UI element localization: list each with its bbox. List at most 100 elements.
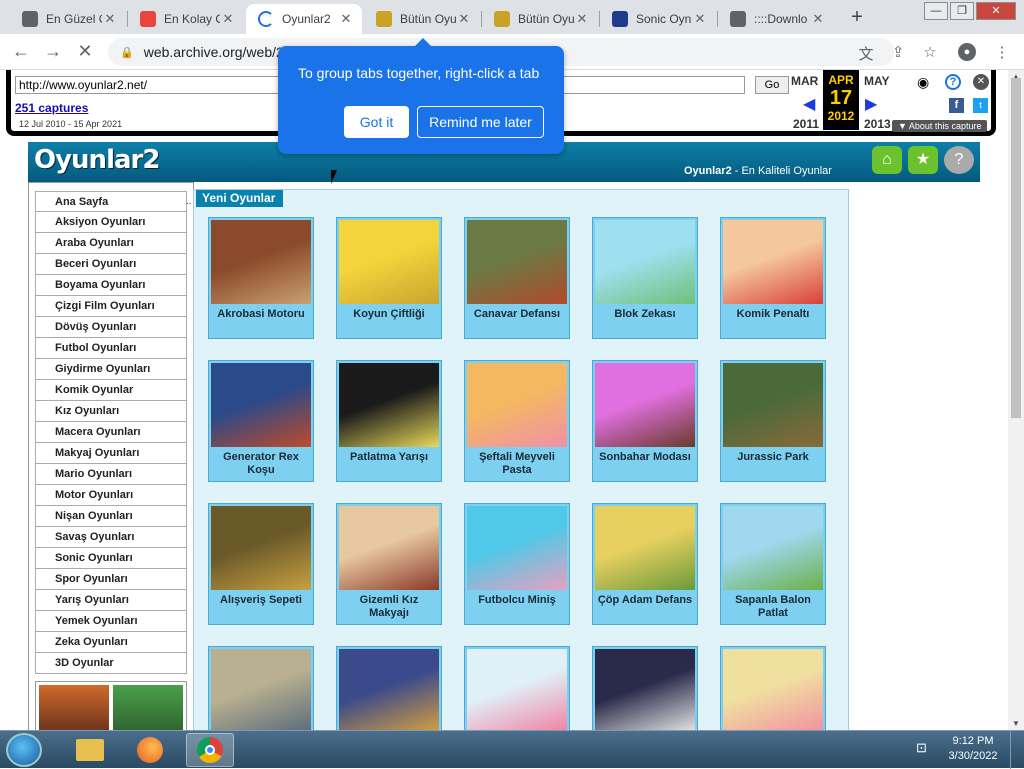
prev-month[interactable]: MAR [791, 74, 818, 88]
game-thumbnail[interactable] [595, 506, 695, 590]
scroll-down-icon[interactable]: ▼ [1012, 719, 1020, 728]
game-title[interactable]: Gizemli Kız Makyajı [339, 594, 439, 620]
game-card[interactable]: Blok Zekası [592, 217, 698, 339]
forward-icon[interactable]: → [42, 41, 64, 62]
tab-1[interactable]: En Güzel O ✕ [10, 4, 126, 34]
game-card[interactable]: Sonbahar Modası [592, 360, 698, 482]
game-thumbnail[interactable] [595, 220, 695, 304]
start-button[interactable] [6, 733, 42, 767]
game-title[interactable]: Çöp Adam Defans [595, 594, 695, 607]
menu-item[interactable]: 3D Oyunlar [35, 653, 187, 674]
game-title[interactable]: Koyun Çiftliği [339, 308, 439, 321]
help-question-icon[interactable]: ? [944, 146, 974, 174]
home-icon[interactable]: ⌂ [872, 146, 902, 174]
game-title[interactable]: Generator Rex Koşu [211, 451, 311, 477]
game-card[interactable]: Jurassic Park [720, 360, 826, 482]
game-title[interactable]: Komik Penaltı [723, 308, 823, 321]
next-month[interactable]: MAY [864, 74, 890, 88]
firefox-icon[interactable] [126, 733, 174, 767]
star-icon[interactable]: ★ [908, 146, 938, 174]
menu-kebab-icon[interactable]: ⋮ [992, 43, 1012, 61]
menu-item[interactable]: Sonic Oyunları [35, 548, 187, 569]
close-tab-icon[interactable]: ✕ [810, 11, 826, 27]
close-tab-icon[interactable]: ✕ [220, 11, 236, 27]
game-title[interactable]: Patlatma Yarışı [339, 451, 439, 464]
twitter-icon[interactable]: t [973, 98, 988, 113]
menu-item[interactable]: Araba Oyunları [35, 233, 187, 254]
game-thumbnail[interactable] [339, 506, 439, 590]
profile-icon[interactable]: ● [958, 43, 976, 61]
tab-3[interactable]: Oyunlar2 ✕ [246, 4, 362, 34]
about-capture-button[interactable]: ▼ About this capture [892, 120, 988, 132]
game-title[interactable]: Futbolcu Miniş [467, 594, 567, 607]
menu-item[interactable]: Dövüş Oyunları [35, 317, 187, 338]
game-card[interactable] [208, 646, 314, 730]
game-thumbnail[interactable] [595, 363, 695, 447]
game-thumbnail[interactable] [467, 220, 567, 304]
game-card[interactable]: Futbolcu Miniş [464, 503, 570, 625]
game-thumbnail[interactable] [467, 649, 567, 730]
prev-capture-arrow-icon[interactable]: ◀ [803, 94, 815, 114]
clock[interactable]: 9:12 PM 3/30/2022 [942, 734, 1004, 764]
menu-item[interactable]: Kız Oyunları [35, 401, 187, 422]
game-title[interactable]: Sonbahar Modası [595, 451, 695, 464]
game-card[interactable]: Akrobasi Motoru [208, 217, 314, 339]
game-thumbnail[interactable] [723, 649, 823, 730]
close-tab-icon[interactable]: ✕ [574, 11, 590, 27]
menu-item[interactable]: Yemek Oyunları [35, 611, 187, 632]
sidebar-thumb-2[interactable] [113, 685, 183, 730]
game-title[interactable]: Şeftali Meyveli Pasta [467, 451, 567, 477]
scrollbar-thumb[interactable] [1011, 78, 1021, 418]
tab-7[interactable]: ::::Downlo ✕ [718, 4, 834, 34]
game-card[interactable] [720, 646, 826, 730]
game-title[interactable]: Canavar Defansı [467, 308, 567, 321]
wayback-go-button[interactable]: Go [755, 76, 789, 94]
game-thumbnail[interactable] [211, 363, 311, 447]
close-tab-icon[interactable]: ✕ [692, 11, 708, 27]
minimize-button[interactable]: — [924, 2, 948, 20]
translate-icon[interactable]: 文 [856, 43, 876, 64]
game-thumbnail[interactable] [467, 363, 567, 447]
captures-link[interactable]: 251 captures [15, 101, 88, 115]
menu-item[interactable]: Aksiyon Oyunları [35, 212, 187, 233]
menu-item[interactable]: Ana Sayfa [35, 191, 187, 212]
game-title[interactable]: Akrobasi Motoru [211, 308, 311, 321]
facebook-icon[interactable]: f [949, 98, 964, 113]
tab-6[interactable]: Sonic Oyn ✕ [600, 4, 716, 34]
close-tab-icon[interactable]: ✕ [338, 11, 354, 27]
next-capture-arrow-icon[interactable]: ▶ [865, 94, 877, 114]
network-icon[interactable]: ⊡ [916, 740, 927, 756]
game-title[interactable]: Sapanla Balon Patlat [723, 594, 823, 620]
account-icon[interactable]: ◉ [917, 74, 929, 91]
menu-item[interactable]: Komik Oyunlar [35, 380, 187, 401]
game-thumbnail[interactable] [723, 363, 823, 447]
game-card[interactable]: Patlatma Yarışı [336, 360, 442, 482]
game-card[interactable]: Komik Penaltı [720, 217, 826, 339]
game-card[interactable]: Şeftali Meyveli Pasta [464, 360, 570, 482]
game-card[interactable]: Koyun Çiftliği [336, 217, 442, 339]
close-window-button[interactable]: ✕ [976, 2, 1016, 20]
game-thumbnail[interactable] [211, 649, 311, 730]
menu-item[interactable]: Macera Oyunları [35, 422, 187, 443]
game-title[interactable]: Jurassic Park [723, 451, 823, 464]
menu-item[interactable]: Beceri Oyunları [35, 254, 187, 275]
menu-item[interactable]: Makyaj Oyunları [35, 443, 187, 464]
game-card[interactable]: Sapanla Balon Patlat [720, 503, 826, 625]
game-card[interactable]: Gizemli Kız Makyajı [336, 503, 442, 625]
close-tab-icon[interactable]: ✕ [456, 11, 472, 27]
menu-item[interactable]: Giydirme Oyunları [35, 359, 187, 380]
explorer-icon[interactable] [66, 733, 114, 767]
show-desktop-button[interactable] [1010, 731, 1024, 769]
stop-icon[interactable]: ✕ [74, 41, 96, 62]
game-thumbnail[interactable] [339, 649, 439, 730]
game-card[interactable] [336, 646, 442, 730]
site-logo[interactable]: Oyunlar2 [34, 145, 160, 175]
got-it-button[interactable]: Got it [344, 106, 409, 138]
game-title[interactable]: Alışveriş Sepeti [211, 594, 311, 607]
tab-4[interactable]: Bütün Oyu ✕ [364, 4, 480, 34]
share-icon[interactable]: ⇪ [888, 43, 908, 61]
tab-5[interactable]: Bütün Oyu ✕ [482, 4, 598, 34]
menu-item[interactable]: Motor Oyunları [35, 485, 187, 506]
game-thumbnail[interactable] [211, 220, 311, 304]
menu-item[interactable]: Çizgi Film Oyunları [35, 296, 187, 317]
